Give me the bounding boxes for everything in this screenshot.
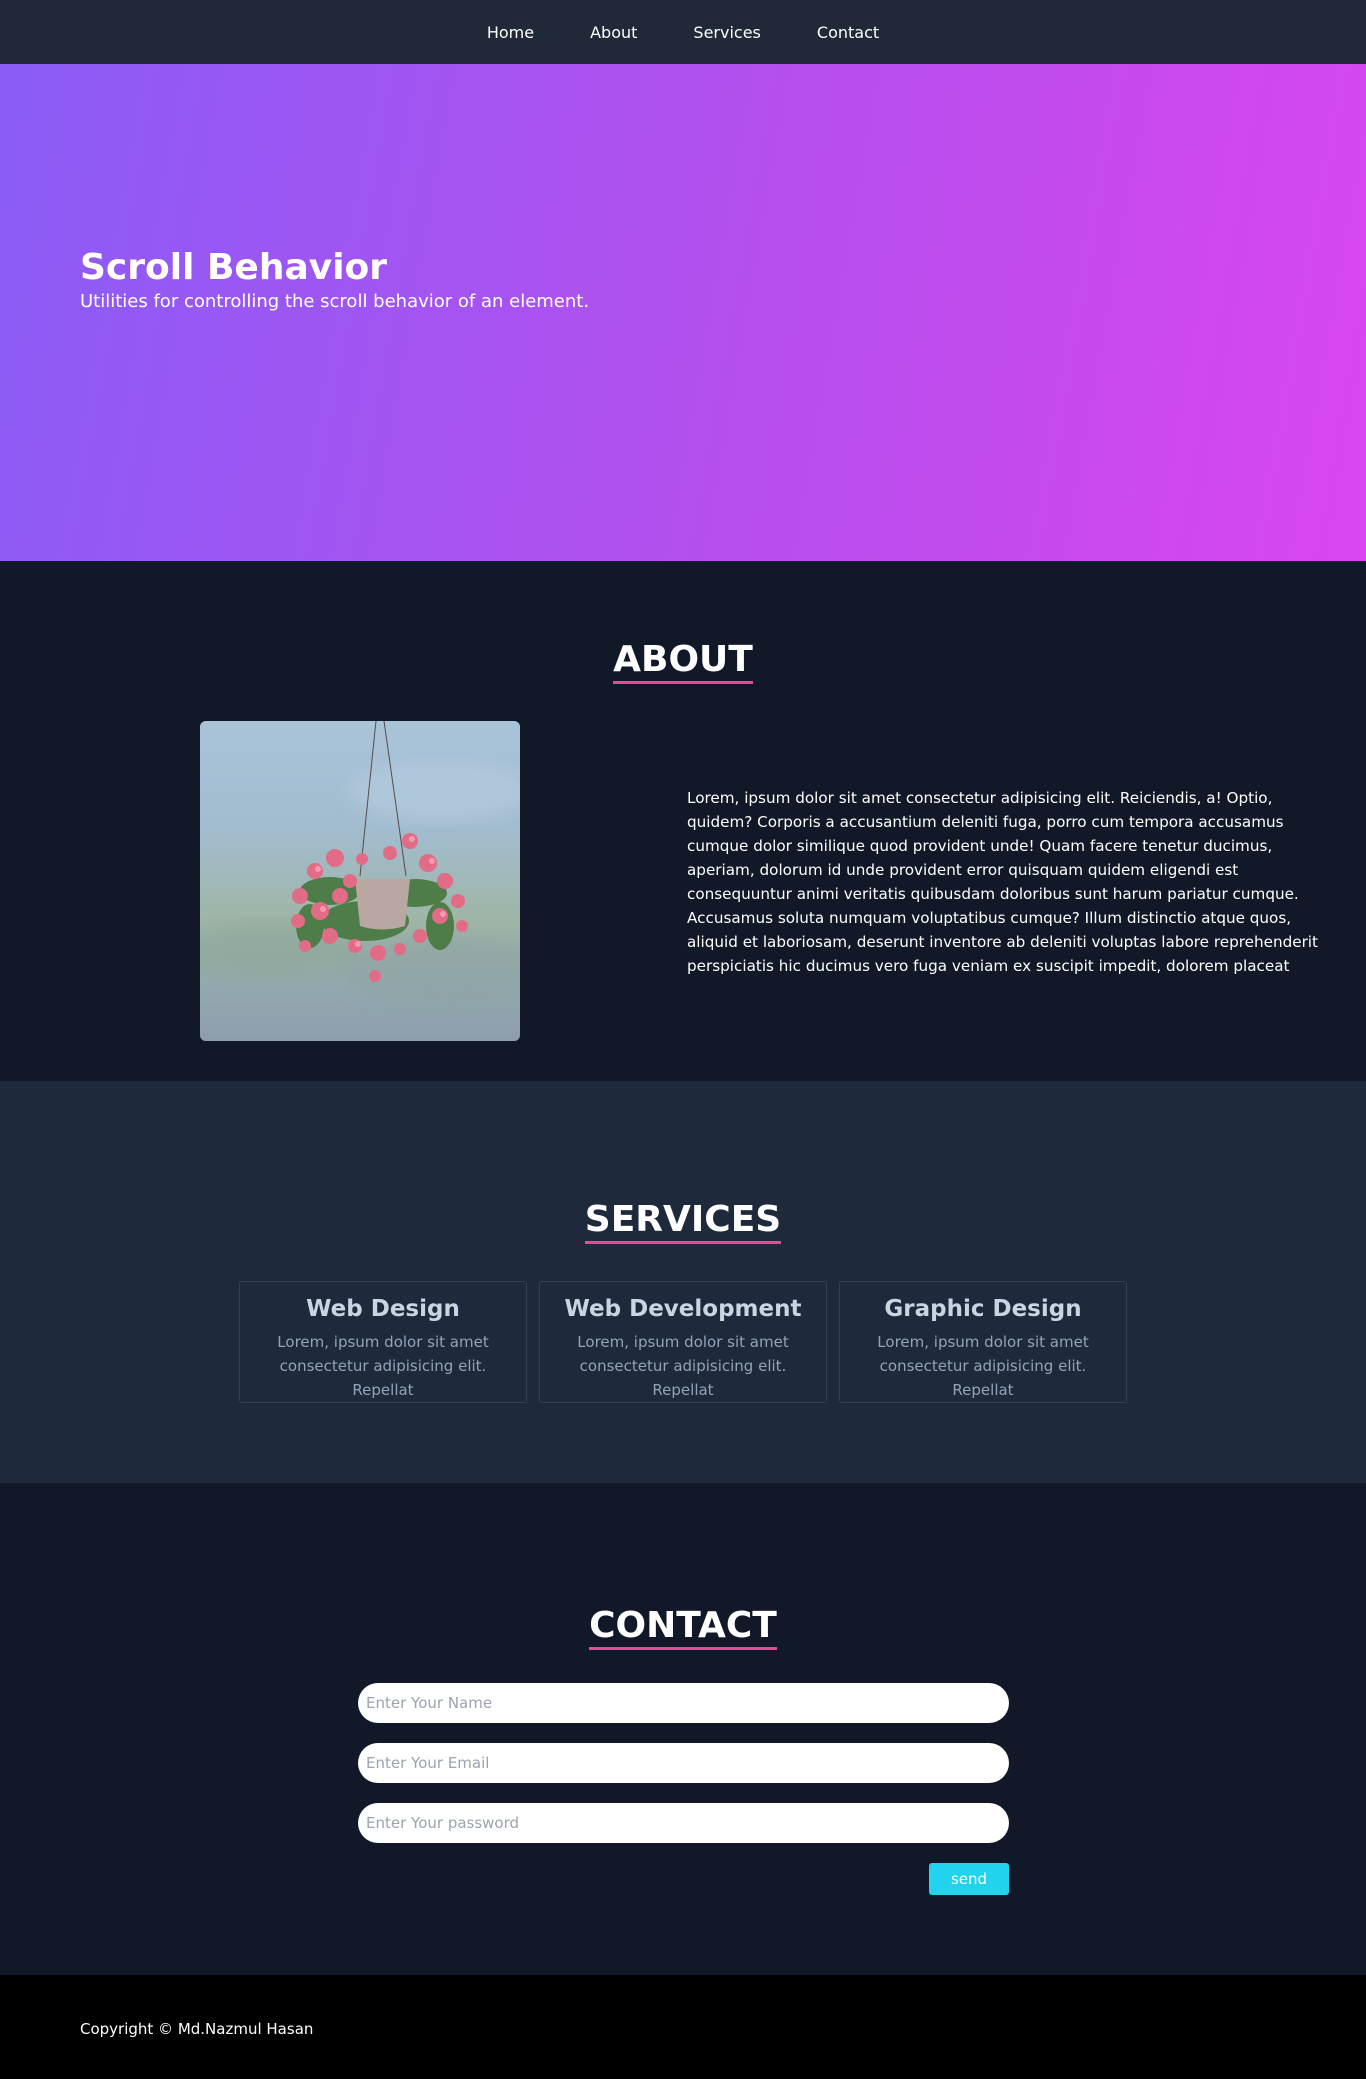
nav-link-contact[interactable]: Contact (789, 23, 907, 42)
service-card-text: Lorem, ipsum dolor sit amet consectetur … (277, 1333, 489, 1399)
footer: Copyright © Md.Nazmul Hasan (0, 1975, 1366, 2079)
hero-title: Scroll Behavior (80, 247, 388, 288)
service-card-title: Graphic Design (884, 1296, 1082, 1322)
services-heading-wrap: SERVICES (0, 1199, 1366, 1245)
hanging-flower-pot-image (200, 721, 520, 1041)
nav-link-home[interactable]: Home (459, 23, 562, 42)
name-input[interactable] (358, 1683, 1009, 1723)
contact-heading: CONTACT (589, 1605, 777, 1651)
hero-section: Scroll Behavior Utilities for controllin… (0, 64, 1366, 561)
password-input[interactable] (358, 1803, 1009, 1843)
contact-heading-wrap: CONTACT (0, 1605, 1366, 1651)
nav-link-services[interactable]: Services (665, 23, 788, 42)
service-card-text: Lorem, ipsum dolor sit amet consectetur … (877, 1333, 1089, 1399)
nav-menu: Home About Services Contact (459, 23, 907, 42)
service-card-web-development: Web Development Lorem, ipsum dolor sit a… (539, 1281, 827, 1403)
hero-subtitle: Utilities for controlling the scroll beh… (80, 291, 590, 312)
service-card-graphic-design: Graphic Design Lorem, ipsum dolor sit am… (839, 1281, 1127, 1403)
service-card-title: Web Design (306, 1296, 460, 1322)
nav-link-about[interactable]: About (562, 23, 665, 42)
service-card-web-design: Web Design Lorem, ipsum dolor sit amet c… (239, 1281, 527, 1403)
service-card-text: Lorem, ipsum dolor sit amet consectetur … (577, 1333, 789, 1399)
copyright-text: Copyright © Md.Nazmul Hasan (80, 2020, 314, 2038)
about-paragraph: Lorem, ipsum dolor sit amet consectetur … (687, 789, 1318, 975)
services-section: SERVICES Web Design Lorem, ipsum dolor s… (0, 1081, 1366, 1483)
email-input[interactable] (358, 1743, 1009, 1783)
contact-section: CONTACT send (0, 1483, 1366, 1975)
about-heading: ABOUT (613, 639, 753, 685)
navbar: Home About Services Contact (0, 0, 1366, 64)
send-button[interactable]: send (929, 1863, 1009, 1895)
about-section: ABOUT Lorem, ipsum dolor sit amet consec… (0, 561, 1366, 1081)
services-heading: SERVICES (584, 1199, 782, 1245)
service-card-title: Web Development (564, 1296, 802, 1322)
about-heading-wrap: ABOUT (0, 639, 1366, 685)
